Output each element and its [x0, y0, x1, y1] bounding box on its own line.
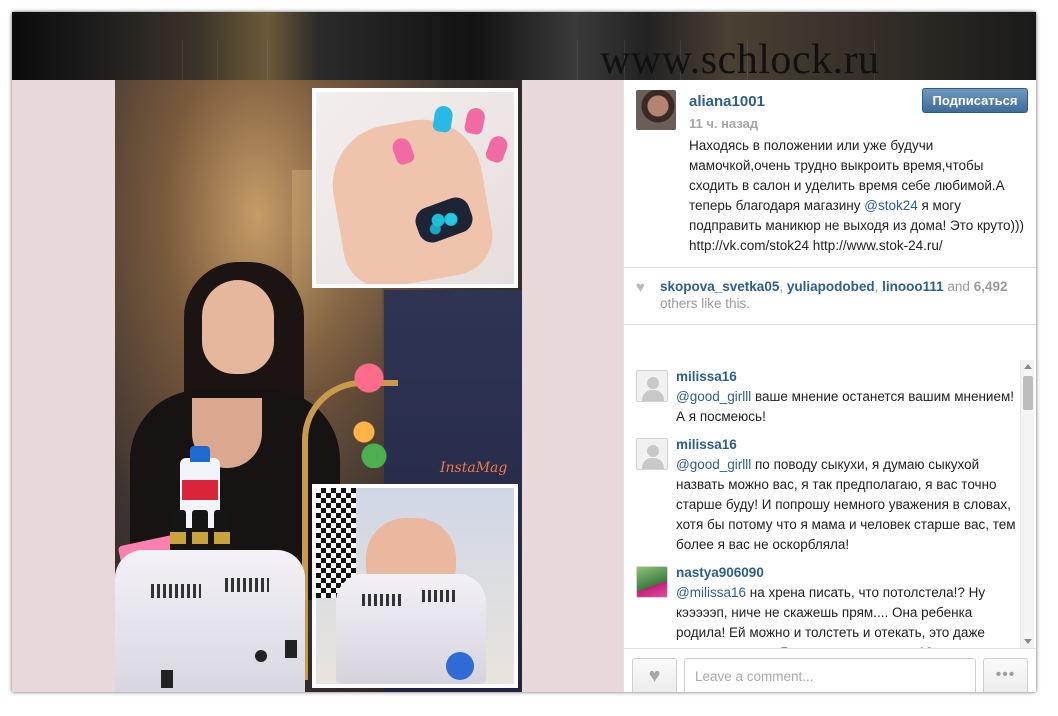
comment-input[interactable]: [684, 658, 976, 692]
post-photo[interactable]: InstaMag: [12, 80, 623, 692]
comment-bar: ♥ •••: [624, 648, 1036, 692]
commenter-avatar[interactable]: [636, 370, 668, 402]
post-header: aliana1001 11 ч. назад Подписаться Наход…: [624, 80, 1036, 268]
photo-polish: [192, 510, 208, 552]
more-options-button[interactable]: •••: [983, 658, 1028, 692]
post-timestamp[interactable]: 11 ч. назад: [689, 116, 758, 131]
instamag-label: InstaMag: [440, 460, 508, 476]
scroll-up-icon[interactable]: [1024, 364, 1032, 369]
follow-button[interactable]: Подписаться: [922, 88, 1028, 113]
likes-and: and: [943, 279, 974, 294]
comment-author[interactable]: milissa16: [676, 437, 737, 452]
likes-separator: ,: [779, 279, 787, 294]
liker-link[interactable]: yuliapodobed: [787, 279, 875, 294]
scrollbar-thumb[interactable]: [1023, 376, 1033, 410]
photo-face: [202, 280, 274, 374]
photo-polish: [170, 510, 186, 552]
heart-icon: ♥: [636, 279, 645, 296]
like-button[interactable]: ♥: [632, 658, 677, 692]
likes-suffix: others like this.: [660, 296, 751, 311]
background-strip: [12, 12, 1036, 80]
author-username[interactable]: aliana1001: [689, 93, 765, 110]
liker-link[interactable]: skopova_svetka05: [660, 279, 779, 294]
comment-author[interactable]: nastya906090: [676, 565, 764, 580]
photo-inset-ring: [312, 88, 518, 288]
heart-icon: ♥: [648, 665, 661, 687]
comment-text: @milissa16 на хрена писать, что потолсте…: [676, 583, 1016, 648]
comment-mention[interactable]: @good_girlll: [676, 457, 751, 472]
photo-uv-lamp: [115, 550, 305, 692]
likes-section: ♥ skopova_svetka05, yuliapodobed, linooo…: [624, 268, 1036, 325]
comment-author[interactable]: milissa16: [676, 369, 737, 384]
likes-summary: skopova_svetka05, yuliapodobed, linooo11…: [660, 278, 1030, 312]
comments-scrollbar[interactable]: [1020, 360, 1034, 648]
comments-list[interactable]: milissa16 @good_girlll ваше мнение остан…: [624, 360, 1036, 648]
post-sidebar: aliana1001 11 ч. назад Подписаться Наход…: [623, 80, 1036, 692]
liker-link[interactable]: linooo111: [882, 279, 944, 294]
comment-text: @good_girlll по поводу сыкухи, я думаю с…: [676, 455, 1016, 555]
likes-separator: ,: [874, 279, 883, 294]
commenter-avatar[interactable]: [636, 438, 668, 470]
comment-mention[interactable]: @milissa16: [676, 585, 746, 600]
caption-mention-link[interactable]: @stok24: [864, 198, 917, 213]
photo-inset-lamp: [312, 484, 518, 688]
author-avatar[interactable]: [636, 90, 676, 130]
comment-mention[interactable]: @good_girlll: [676, 389, 751, 404]
photo-polish: [214, 510, 230, 552]
scroll-down-icon[interactable]: [1024, 639, 1032, 644]
lightbox-frame: www.schlock.ru InstaMag aliana1001 11 ч.…: [12, 12, 1036, 692]
photo-flowers: [344, 348, 394, 468]
watermark-text: www.schlock.ru: [600, 37, 880, 83]
commenter-avatar[interactable]: [636, 566, 668, 598]
post-caption: Находясь в положении или уже будучи мамо…: [689, 136, 1029, 256]
likes-count[interactable]: 6,492: [974, 279, 1008, 294]
comment-text: @good_girlll ваше мнение останется вашим…: [676, 387, 1016, 427]
